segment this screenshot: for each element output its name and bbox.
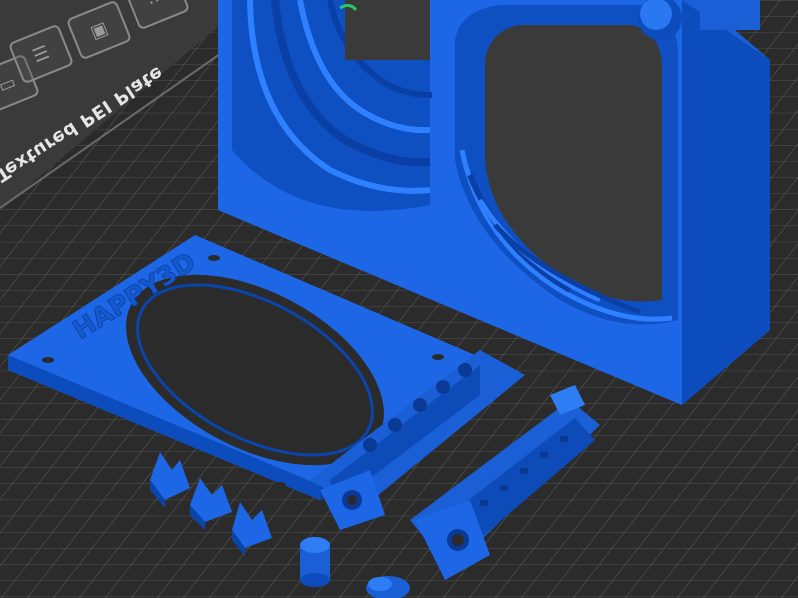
more-icon: ⋯: [144, 0, 170, 14]
layers-icon: ▭: [0, 71, 19, 97]
image-icon: ▣: [87, 17, 111, 43]
list-icon: ☰: [29, 41, 53, 67]
